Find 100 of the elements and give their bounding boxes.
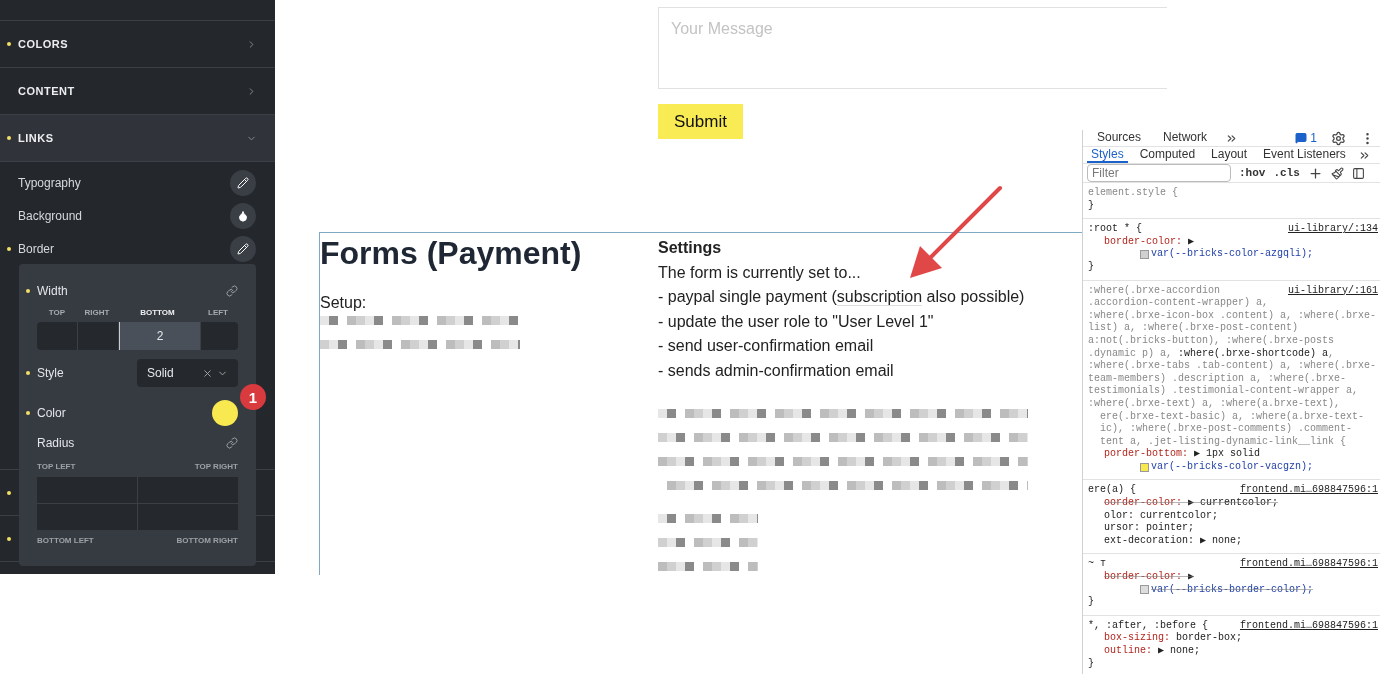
field-label: Style: [37, 366, 65, 380]
setting-label: Border: [18, 241, 56, 256]
edit-button[interactable]: [230, 169, 256, 196]
devtools-tab[interactable]: Network: [1159, 130, 1212, 146]
css-selector: :where(.brxe-accordion: [1088, 284, 1221, 297]
radius-input[interactable]: [37, 477, 137, 503]
section-title: LINKS: [18, 132, 55, 144]
css-value: var(--bricks-border-color);: [1151, 583, 1314, 597]
field-label: Color: [37, 406, 67, 420]
styles-tab[interactable]: Layout: [1207, 147, 1252, 163]
corner-label: TOP RIGHT: [194, 462, 238, 471]
side-label: TOP: [47, 308, 67, 319]
css-value: var(--bricks-color-azgqli);: [1151, 248, 1314, 261]
pencil-icon: [237, 176, 249, 189]
closing-brace: }: [1088, 260, 1094, 272]
toggle-button[interactable]: .cls: [1273, 167, 1300, 179]
subscription-link[interactable]: subscription: [836, 288, 923, 306]
css-selector: ~ т: [1088, 558, 1106, 571]
color-swatch[interactable]: [1140, 250, 1149, 260]
devtools-tab[interactable]: Sources: [1093, 130, 1146, 146]
corner-label: BOTTOM RIGHT: [176, 536, 238, 545]
color-swatch[interactable]: [1140, 462, 1149, 472]
setting-label: Background: [18, 208, 84, 223]
css-selector: ere(a) {: [1088, 484, 1136, 497]
source-link[interactable]: frontend.mi…698847596:1: [1239, 558, 1380, 572]
css-selector: :where(.brxe-icon-box .content) a, :where(.brxe-: [1088, 309, 1377, 322]
source-link[interactable]: frontend.mi…698847596:1: [1239, 619, 1380, 633]
css-declaration: ursor: pointer;: [1103, 522, 1196, 535]
radius-input[interactable]: [37, 504, 137, 530]
css-declaration: border-color: ▶: [1103, 235, 1196, 248]
settings-icon[interactable]: [1331, 130, 1346, 146]
css-selector: list) a, :where(.brxe-post-content): [1088, 322, 1299, 335]
pencil-icon: [237, 242, 249, 255]
color-swatch[interactable]: [212, 400, 238, 426]
submit-button[interactable]: Submit: [658, 104, 743, 139]
css-selector: :where(.brxe-tabs .tab-content) a, :where(.brxe-: [1088, 360, 1377, 373]
css-declaration: outline: ▶ none;: [1103, 645, 1202, 658]
settings-item: - paypal single payment (subscription also possible): [658, 287, 1026, 308]
styles-tab[interactable]: Event Listeners: [1259, 147, 1350, 163]
css-declaration: oorder-color: ▶ currentcolor;: [1103, 497, 1280, 510]
settings-item: - send user-confirmation email: [658, 336, 875, 356]
side-label: LEFT: [207, 308, 229, 319]
css-selector: element.style {: [1088, 187, 1178, 200]
source-link[interactable]: ui-library/:134: [1288, 223, 1380, 236]
accordion-header[interactable]: LINKS: [0, 115, 275, 162]
side-label: RIGHT: [83, 308, 111, 319]
plus-icon[interactable]: [1307, 165, 1323, 181]
message-field[interactable]: Your Message: [658, 7, 1167, 89]
corner-label: TOP LEFT: [37, 462, 76, 471]
css-selector: .dynamic p) a, :where(.brxe-shortcode) a,: [1088, 347, 1335, 360]
css-selector: team-members) .description a, :where(.brxe-: [1088, 372, 1347, 385]
filter-field[interactable]: Filter: [1087, 164, 1231, 182]
css-selector: *, :after, :before {: [1088, 619, 1209, 632]
width-input[interactable]: [201, 322, 238, 350]
settings-heading: Settings: [658, 238, 723, 258]
annotation-badge: 1: [240, 384, 266, 410]
edit-button[interactable]: [230, 235, 256, 262]
css-declaration: ext-decoration: ▶ none;: [1103, 534, 1244, 548]
page-heading: Forms (Payment): [320, 235, 583, 272]
source-link[interactable]: ui-library/:161: [1288, 284, 1380, 298]
styles-tab[interactable]: Computed: [1135, 147, 1200, 163]
css-selector: ere(.brxe-text-basic) a, :where(a.brxe-text-: [1099, 410, 1365, 423]
messages-button[interactable]: 1: [1295, 131, 1317, 145]
section-title: CONTENT: [18, 85, 76, 97]
link-icon[interactable]: [226, 285, 238, 297]
width-input[interactable]: [37, 322, 77, 350]
clear-icon[interactable]: [202, 367, 213, 379]
link-icon[interactable]: [226, 437, 238, 449]
paintbrush-icon[interactable]: [1330, 166, 1344, 180]
edit-button[interactable]: [230, 202, 256, 229]
style-select[interactable]: Solid: [137, 359, 238, 387]
css-declaration: border-color: ▶: [1103, 571, 1196, 584]
sidebar-toggle-icon[interactable]: [1351, 166, 1365, 180]
field-label: Width: [37, 284, 69, 298]
intro-text: The form is currently set to...: [658, 262, 862, 283]
radius-input[interactable]: [138, 477, 238, 503]
radius-input[interactable]: [138, 504, 238, 530]
side-label: BOTTOM: [139, 308, 176, 319]
settings-item: - update the user role to "User Level 1": [658, 311, 935, 332]
source-link[interactable]: frontend.mi…698847596:1: [1239, 484, 1380, 498]
closing-brace: }: [1088, 199, 1094, 211]
setup-label: Setup:: [320, 294, 368, 312]
css-selector: tent a, .jet-listing-dynamic-link__link {: [1099, 435, 1347, 448]
css-selector: :where(.brxe-text) a, :where(a.brxe-text),: [1088, 397, 1341, 411]
width-input[interactable]: [78, 322, 118, 350]
css-selector: :root * {: [1088, 223, 1142, 236]
css-selector: a:not(.bricks-button), :where(.brxe-posts: [1088, 334, 1335, 348]
toggle-button[interactable]: :hov: [1239, 167, 1266, 179]
closing-brace: }: [1088, 596, 1094, 608]
color-swatch[interactable]: [1140, 585, 1149, 595]
css-declaration: olor: currentcolor;: [1103, 509, 1220, 522]
setting-label: Typography: [18, 175, 82, 190]
css-declaration: box-sizing: border-box;: [1103, 632, 1244, 645]
width-input[interactable]: 2: [119, 322, 200, 350]
settings-item: - sends admin-confirmation email: [658, 360, 895, 381]
css-selector: testimonials) .testimonial-content-wrapper a,: [1088, 385, 1359, 398]
accordion-header[interactable]: COLORS: [0, 21, 275, 68]
css-selector: ic), :where(.brxe-post-comments) .comment-: [1099, 423, 1353, 436]
section-title: COLORS: [18, 38, 70, 50]
css-declaration: porder-bottom: ▶ 1px solid: [1103, 448, 1262, 461]
